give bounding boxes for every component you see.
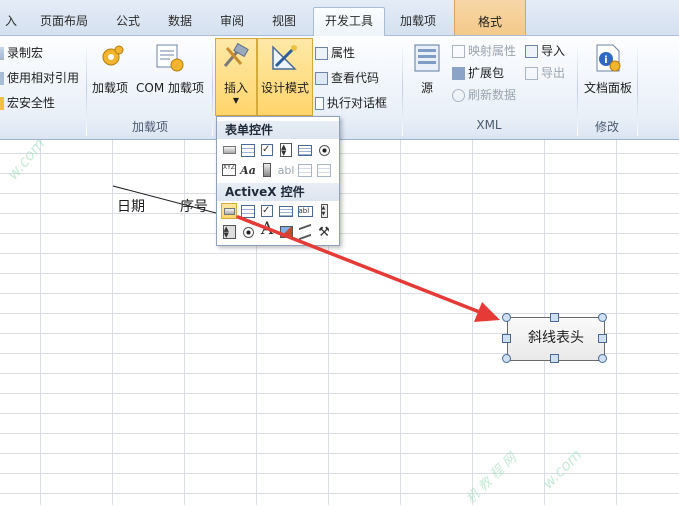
annotation-arrow-icon <box>236 215 500 322</box>
